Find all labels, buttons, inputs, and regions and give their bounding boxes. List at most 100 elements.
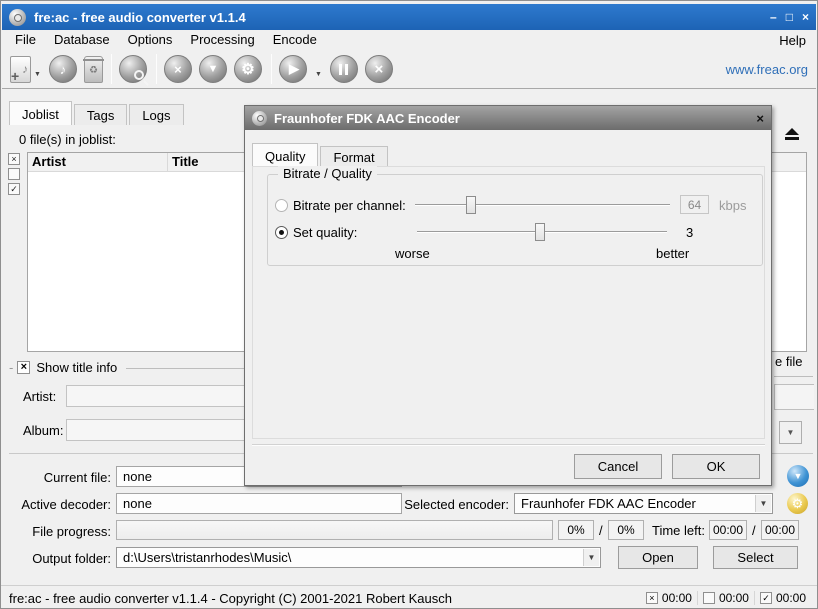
stop-conversion-icon[interactable]: × — [365, 55, 393, 83]
minimize-icon[interactable]: – — [770, 10, 777, 24]
maximize-icon[interactable]: □ — [786, 10, 793, 24]
status-text: fre:ac - free audio converter v1.1.4 - C… — [9, 591, 452, 606]
tab-format[interactable]: Format — [320, 146, 387, 167]
joblist-count: 0 file(s) in joblist: — [19, 132, 116, 147]
selected-encoder-label: Selected encoder: — [399, 497, 509, 512]
quality-label: Set quality: — [293, 225, 357, 240]
pause-conversion-icon[interactable] — [330, 55, 358, 83]
status-times: × 00:00 00:00 ✓ 00:00 — [641, 591, 811, 605]
general-settings-icon[interactable]: × — [164, 55, 192, 83]
column-artist[interactable]: Artist — [28, 153, 168, 171]
signal-processing-icon[interactable]: ▼ — [199, 55, 227, 83]
artist-label: Artist: — [23, 389, 56, 404]
joblist-select-buttons: × ✓ — [8, 153, 20, 195]
bitrate-slider-thumb[interactable] — [466, 196, 476, 214]
window-title: fre:ac - free audio converter v1.1.4 — [34, 10, 246, 25]
total-time-icon: ✓ — [760, 592, 772, 604]
file-progress-percent: 0% — [558, 520, 594, 540]
scale-better-label: better — [656, 246, 689, 261]
add-cd-contents-icon[interactable]: ♪ — [49, 55, 77, 83]
active-decoder-label: Active decoder: — [1, 497, 111, 512]
menu-help[interactable]: Help — [773, 31, 812, 50]
partial-file-label: e file — [775, 354, 802, 369]
current-file-label: Current file: — [1, 470, 111, 485]
menu-bar: File Database Options Processing Encode … — [2, 30, 816, 50]
time-left-total: 00:00 — [761, 520, 799, 540]
partial-dropdown-icon[interactable]: ▼ — [779, 421, 802, 444]
website-link[interactable]: www.freac.org — [726, 62, 808, 77]
group-title: Bitrate / Quality — [278, 166, 377, 181]
configure-encoder-icon[interactable]: ⚙ — [787, 493, 808, 514]
app-icon — [9, 9, 26, 26]
time-left-file: 00:00 — [709, 520, 747, 540]
processing-options-icon[interactable]: ▼ — [787, 465, 809, 487]
toolbar-separator — [271, 54, 272, 84]
select-none-button[interactable] — [8, 168, 20, 180]
menu-processing[interactable]: Processing — [181, 30, 263, 50]
show-title-info-label: Show title info — [36, 360, 117, 375]
add-files-dropdown-icon[interactable]: ▼ — [34, 71, 41, 78]
remove-all-icon[interactable]: ♻ — [84, 56, 103, 83]
dialog-tab-bar: Quality Format — [252, 146, 390, 167]
quality-slider[interactable] — [417, 222, 667, 242]
bitrate-unit: kbps — [719, 198, 746, 213]
unselected-time-icon — [703, 592, 715, 604]
scale-worse-label: worse — [395, 246, 430, 261]
dialog-close-icon[interactable]: × — [756, 111, 764, 126]
toolbar: ♪ + ▼ ♪ ♻ × ▼ ⚙ ▶ ▼ × — [2, 50, 816, 89]
active-decoder-value: none — [116, 493, 402, 514]
close-icon[interactable]: × — [802, 10, 809, 24]
chevron-down-icon[interactable]: ▼ — [583, 549, 599, 566]
open-button[interactable]: Open — [618, 546, 698, 569]
quality-value: 3 — [686, 225, 693, 240]
file-progress-bar — [116, 520, 553, 540]
dialog-icon — [252, 111, 267, 126]
selected-time-icon: × — [646, 592, 658, 604]
output-folder-select[interactable]: d:\Users\tristanrhodes\Music\ ▼ — [116, 547, 601, 568]
total-progress-percent: 0% — [608, 520, 644, 540]
tab-logs[interactable]: Logs — [129, 104, 183, 125]
quality-radio[interactable] — [275, 226, 288, 239]
unselected-time: 00:00 — [719, 591, 749, 605]
selected-time: 00:00 — [662, 591, 692, 605]
ok-button[interactable]: OK — [672, 454, 760, 479]
menu-database[interactable]: Database — [45, 30, 119, 50]
main-tab-bar: Joblist Tags Logs — [9, 101, 186, 125]
tab-joblist[interactable]: Joblist — [9, 101, 72, 125]
start-conversion-dropdown-icon[interactable]: ▼ — [315, 71, 322, 78]
output-folder-label: Output folder: — [1, 551, 111, 566]
select-all-button[interactable]: × — [8, 153, 20, 165]
chevron-down-icon[interactable]: ▼ — [755, 495, 771, 512]
configuration-icon[interactable]: ⚙ — [234, 55, 262, 83]
tab-tags[interactable]: Tags — [74, 104, 127, 125]
toggle-selection-button[interactable]: ✓ — [8, 183, 20, 195]
dialog-separator — [252, 444, 765, 446]
menu-encode[interactable]: Encode — [264, 30, 326, 50]
partial-field — [774, 384, 814, 410]
total-time: 00:00 — [776, 591, 806, 605]
menu-file[interactable]: File — [6, 30, 45, 50]
dialog-title: Fraunhofer FDK AAC Encoder — [274, 111, 460, 126]
bitrate-slider[interactable] — [415, 195, 670, 215]
add-files-icon[interactable]: ♪ + — [10, 56, 31, 83]
selected-encoder-select[interactable]: Fraunhofer FDK AAC Encoder ▼ — [514, 493, 773, 514]
window-titlebar: fre:ac - free audio converter v1.1.4 – □… — [2, 4, 816, 30]
start-conversion-icon[interactable]: ▶ — [279, 55, 307, 83]
show-title-info-checkbox[interactable]: × — [17, 361, 30, 374]
toolbar-separator — [111, 54, 112, 84]
cddb-query-icon[interactable] — [119, 55, 147, 83]
cancel-button[interactable]: Cancel — [574, 454, 662, 479]
toolbar-separator — [156, 54, 157, 84]
select-button[interactable]: Select — [713, 546, 798, 569]
freac-main-window: fre:ac - free audio converter v1.1.4 – □… — [0, 0, 818, 609]
tab-quality[interactable]: Quality — [252, 143, 318, 167]
dialog-titlebar: Fraunhofer FDK AAC Encoder × — [245, 106, 771, 130]
album-label: Album: — [23, 423, 63, 438]
eject-icon[interactable] — [781, 125, 803, 143]
menu-options[interactable]: Options — [119, 30, 182, 50]
bitrate-radio[interactable] — [275, 199, 288, 212]
quality-slider-thumb[interactable] — [535, 223, 545, 241]
bitrate-value: 64 — [680, 195, 709, 214]
file-progress-label: File progress: — [1, 524, 111, 539]
encoder-config-dialog: Fraunhofer FDK AAC Encoder × Quality For… — [244, 105, 772, 486]
